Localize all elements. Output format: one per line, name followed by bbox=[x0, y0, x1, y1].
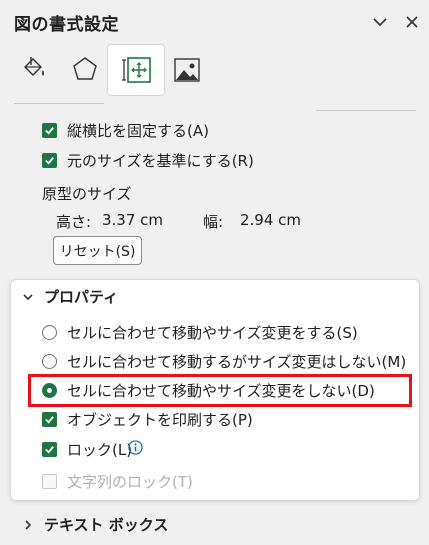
paint-bucket-icon[interactable] bbox=[18, 54, 48, 84]
radio-unselected-icon bbox=[42, 324, 57, 340]
lock-label: ロック(L) bbox=[67, 440, 133, 459]
chevron-down-icon bbox=[23, 293, 33, 300]
pane-title: 図の書式設定 bbox=[14, 15, 119, 35]
lock-aspect-label: 縦横比を固定する(A) bbox=[67, 121, 209, 140]
print-object-label: オブジェクトを印刷する(P) bbox=[67, 410, 253, 429]
relative-original-checkbox[interactable]: 元のサイズを基準にする(R) bbox=[42, 147, 254, 173]
close-icon[interactable] bbox=[402, 12, 422, 32]
radio-none-label: セルに合わせて移動やサイズ変更をしない(D) bbox=[67, 381, 375, 400]
lock-text-label: 文字列のロック(T) bbox=[67, 472, 193, 491]
checkbox-checked-icon bbox=[42, 411, 57, 427]
checkbox-checked-icon bbox=[42, 122, 57, 138]
radio-none[interactable]: セルに合わせて移動やサイズ変更をしない(D) bbox=[42, 377, 375, 403]
chevron-down-icon[interactable] bbox=[370, 12, 390, 32]
radio-unselected-icon bbox=[42, 353, 57, 369]
properties-section-header[interactable]: プロパティ bbox=[22, 286, 118, 307]
lock-checkbox[interactable]: ロック(L) bbox=[42, 436, 132, 462]
lock-aspect-checkbox[interactable]: 縦横比を固定する(A) bbox=[42, 117, 209, 143]
checkbox-checked-icon bbox=[42, 152, 57, 168]
chevron-right-icon bbox=[25, 519, 32, 530]
original-size-heading: 原型のサイズ bbox=[42, 185, 132, 203]
width-label: 幅: bbox=[203, 213, 224, 231]
checkbox-checked-icon bbox=[42, 441, 57, 457]
pentagon-icon[interactable] bbox=[70, 54, 100, 84]
info-icon[interactable] bbox=[128, 440, 143, 455]
radio-move-only-label: セルに合わせて移動するがサイズ変更はしない(M) bbox=[67, 352, 407, 371]
properties-heading: プロパティ bbox=[44, 288, 119, 306]
radio-move-only[interactable]: セルに合わせて移動するがサイズ変更はしない(M) bbox=[42, 348, 406, 374]
checkbox-disabled-icon bbox=[42, 473, 57, 489]
picture-icon[interactable] bbox=[172, 55, 202, 85]
radio-move-size-label: セルに合わせて移動やサイズ変更をする(S) bbox=[67, 323, 358, 342]
height-value: 3.37 cm bbox=[102, 211, 164, 229]
textbox-heading: テキスト ボックス bbox=[44, 516, 169, 534]
height-label: 高さ: bbox=[56, 213, 92, 231]
size-properties-icon[interactable] bbox=[120, 55, 151, 85]
tab-divider-left bbox=[14, 103, 104, 104]
lock-text-checkbox: 文字列のロック(T) bbox=[42, 468, 193, 494]
print-object-checkbox[interactable]: オブジェクトを印刷する(P) bbox=[42, 406, 253, 432]
radio-move-size[interactable]: セルに合わせて移動やサイズ変更をする(S) bbox=[42, 319, 358, 345]
tab-divider-right bbox=[316, 110, 416, 111]
relative-original-label: 元のサイズを基準にする(R) bbox=[67, 151, 254, 170]
textbox-section-header[interactable]: テキスト ボックス bbox=[22, 514, 168, 535]
width-value: 2.94 cm bbox=[240, 211, 302, 229]
radio-selected-icon bbox=[42, 382, 57, 398]
reset-button[interactable]: リセット(S) bbox=[53, 236, 142, 265]
